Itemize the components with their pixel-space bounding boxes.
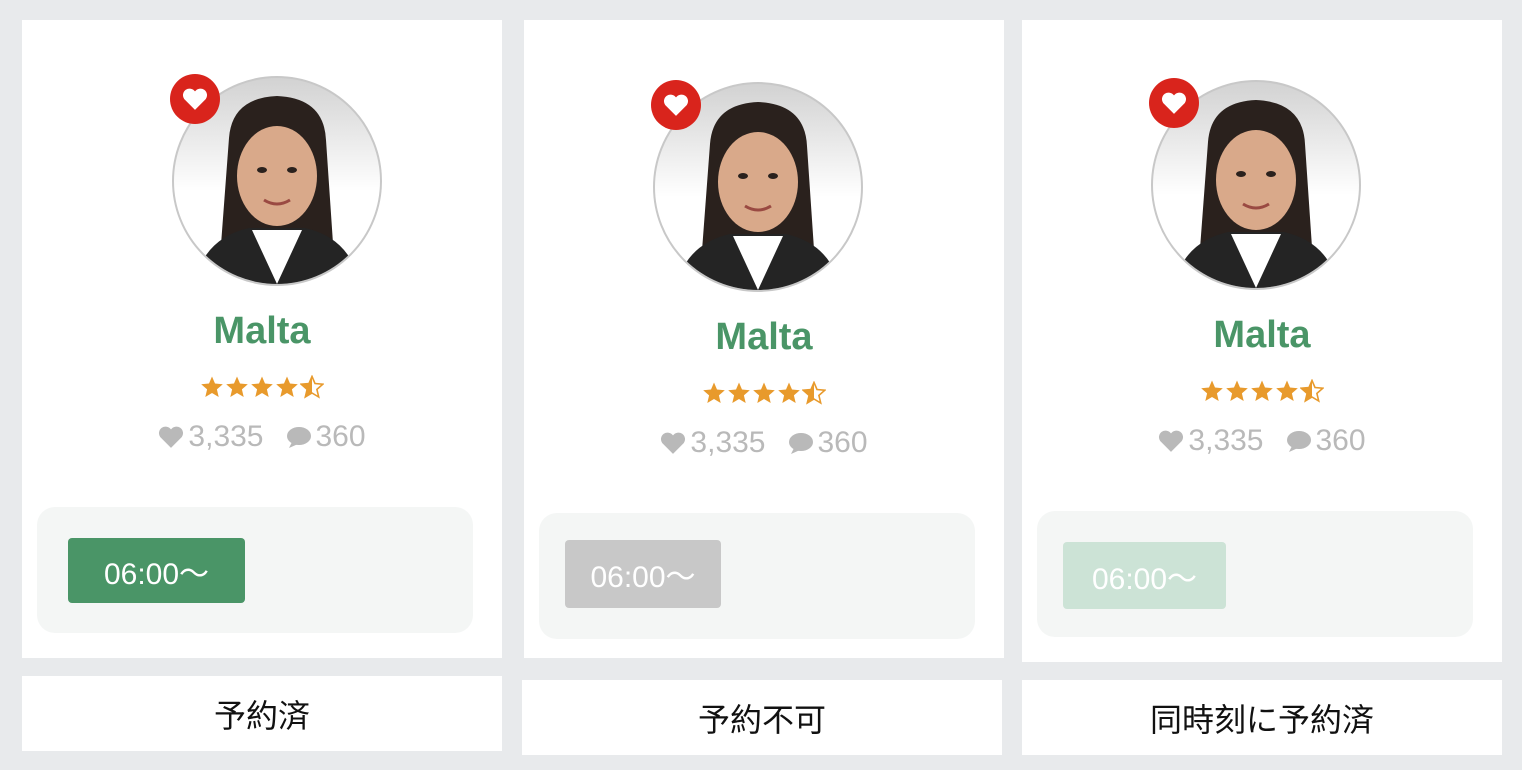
- teacher-stats: 3,335 360: [524, 426, 1004, 460]
- star-icon: [1276, 380, 1298, 401]
- heart-icon: [663, 94, 689, 116]
- star-icon: [753, 382, 775, 403]
- status-label: 予約済: [22, 676, 502, 751]
- speech-bubble-icon: [788, 433, 813, 454]
- star-half-icon: [300, 375, 324, 399]
- reviews-count: 360: [788, 426, 868, 460]
- speech-bubble-icon: [1286, 431, 1311, 452]
- star-icon: [276, 376, 298, 397]
- star-icon: [251, 376, 273, 397]
- teacher-name[interactable]: Malta: [1022, 314, 1502, 357]
- rating-stars: [524, 381, 1004, 405]
- star-icon: [728, 382, 750, 403]
- reviews-count: 360: [1286, 424, 1366, 458]
- likes-count: 3,335: [158, 420, 264, 454]
- time-slot-panel: 06:00〜: [37, 507, 473, 633]
- star-icon: [1201, 380, 1223, 401]
- heart-icon: [1159, 430, 1184, 452]
- favorite-badge[interactable]: [170, 74, 220, 124]
- favorite-badge[interactable]: [1149, 78, 1199, 128]
- star-icon: [703, 382, 725, 403]
- time-slot-button: 06:00〜: [1063, 542, 1226, 609]
- teacher-card[interactable]: Malta 3,335 360 06:00〜: [524, 20, 1004, 658]
- teacher-card[interactable]: Malta 3,335 360 06:00〜: [22, 20, 502, 658]
- star-icon: [226, 376, 248, 397]
- time-slot-button[interactable]: 06:00〜: [68, 538, 245, 603]
- time-slot-panel: 06:00〜: [539, 513, 975, 639]
- status-label: 予約不可: [522, 680, 1002, 755]
- star-icon: [778, 382, 800, 403]
- status-label: 同時刻に予約済: [1022, 680, 1502, 755]
- teacher-name[interactable]: Malta: [524, 316, 1004, 359]
- teacher-stats: 3,335 360: [22, 420, 502, 454]
- heart-icon: [182, 88, 208, 110]
- likes-count: 3,335: [660, 426, 766, 460]
- time-slot-panel: 06:00〜: [1037, 511, 1473, 637]
- teacher-stats: 3,335 360: [1022, 424, 1502, 458]
- favorite-badge[interactable]: [651, 80, 701, 130]
- heart-icon: [159, 426, 184, 448]
- teacher-name[interactable]: Malta: [22, 310, 502, 353]
- rating-stars: [22, 375, 502, 399]
- star-icon: [201, 376, 223, 397]
- star-icon: [1226, 380, 1248, 401]
- star-half-icon: [1300, 379, 1324, 403]
- heart-icon: [1161, 92, 1187, 114]
- time-slot-button: 06:00〜: [565, 540, 721, 608]
- likes-count: 3,335: [1158, 424, 1264, 458]
- star-icon: [1251, 380, 1273, 401]
- star-half-icon: [802, 381, 826, 405]
- reviews-count: 360: [286, 420, 366, 454]
- heart-icon: [661, 432, 686, 454]
- teacher-card[interactable]: Malta 3,335 360 06:00〜: [1022, 20, 1502, 662]
- speech-bubble-icon: [286, 427, 311, 448]
- rating-stars: [1022, 379, 1502, 403]
